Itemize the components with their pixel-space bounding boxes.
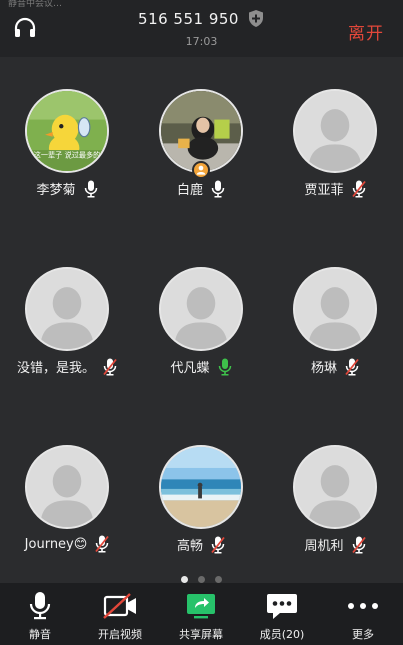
speaking-microphone-icon (218, 358, 232, 376)
avatar-caption: 我这一辈子 说过最多的话 (27, 151, 107, 160)
members-label: 成员(20) (259, 628, 305, 641)
page-dot-2[interactable] (198, 576, 205, 583)
participant-name: 白鹿 (176, 183, 203, 198)
meeting-id: 516 551 950 (0, 9, 403, 28)
meeting-number: 516 551 950 (138, 9, 239, 28)
muted-microphone-icon (351, 180, 366, 198)
participant-name-row: 贾亚菲 (268, 179, 402, 198)
default-avatar-icon (293, 445, 377, 529)
default-avatar-icon (25, 267, 109, 351)
participant-name: 周机利 (304, 539, 344, 554)
participant-name-row: 李梦菊 (0, 179, 134, 198)
muted-microphone-icon (345, 358, 359, 376)
participant-name-row: 周机利 (268, 535, 402, 554)
more-label: 更多 (352, 628, 374, 641)
participant-avatar (159, 445, 243, 529)
participant-name-row: Journey😊 (0, 535, 134, 553)
start-video-button[interactable]: 开启视频 (80, 583, 160, 645)
bottom-toolbar: 静音 开启视频 共享屏幕 成员(20) 更多 (0, 583, 403, 645)
default-avatar-icon (293, 89, 377, 173)
participant-avatar: 我这一辈子 说过最多的话 (25, 89, 109, 173)
status-text: 静音中会议… (8, 0, 63, 9)
participant-name-row: 高畅 (134, 535, 268, 554)
leave-button[interactable]: 离开 (348, 19, 384, 44)
top-bar: 静音中会议… 516 551 950 17:03 离开 (0, 0, 403, 57)
participant-name-row: 没错，是我。 (0, 357, 134, 376)
default-avatar-icon (293, 267, 377, 351)
default-avatar-icon (25, 445, 109, 529)
participant-tile[interactable]: 杨琳 (268, 235, 402, 405)
muted-microphone-icon (103, 358, 117, 376)
more-dots-icon (345, 591, 381, 621)
meeting-time: 17:03 (185, 35, 218, 48)
participant-tile[interactable]: 贾亚菲 (268, 57, 402, 227)
default-avatar-icon (159, 267, 243, 351)
participant-tile[interactable]: 白鹿 (134, 57, 268, 227)
muted-microphone-icon (95, 535, 110, 553)
share-screen-button[interactable]: 共享屏幕 (161, 583, 241, 645)
chat-members-icon (264, 591, 300, 621)
participant-name: 高畅 (176, 539, 203, 554)
microphone-icon (211, 180, 225, 198)
participant-tile[interactable]: 周机利 (268, 413, 402, 583)
participant-grid: 我这一辈子 说过最多的话 李梦菊 白鹿 贾亚菲 没错，是我。 代凡蝶 杨琳 Jo… (0, 57, 403, 583)
share-screen-icon (183, 591, 219, 621)
participant-tile[interactable]: Journey😊 (0, 413, 134, 583)
participant-name: 没错，是我。 (16, 361, 95, 376)
participant-name-row: 杨琳 (268, 357, 402, 376)
participant-name: Journey😊 (24, 536, 88, 552)
mute-label: 静音 (29, 628, 51, 641)
participant-name: 贾亚菲 (304, 183, 344, 198)
participant-tile[interactable]: 代凡蝶 (134, 235, 268, 405)
shield-plus-icon[interactable] (247, 9, 265, 28)
participant-tile[interactable]: 我这一辈子 说过最多的话 李梦菊 (0, 57, 134, 227)
members-button[interactable]: 成员(20) (242, 583, 322, 645)
video-off-icon (102, 591, 138, 621)
participant-name: 代凡蝶 (170, 361, 210, 376)
share-label: 共享屏幕 (179, 628, 223, 641)
participant-tile[interactable]: 没错，是我。 (0, 235, 134, 405)
muted-microphone-icon (351, 536, 366, 554)
video-label: 开启视频 (98, 628, 142, 641)
page-dot-3[interactable] (215, 576, 222, 583)
host-badge-icon (192, 161, 210, 179)
participant-name: 李梦菊 (36, 183, 76, 198)
page-dot-1[interactable] (181, 576, 188, 583)
participant-tile[interactable]: 高畅 (134, 413, 268, 583)
microphone-icon (22, 591, 58, 621)
more-button[interactable]: 更多 (323, 583, 403, 645)
participant-name-row: 代凡蝶 (134, 357, 268, 376)
microphone-icon (84, 180, 98, 198)
muted-microphone-icon (211, 536, 225, 554)
participant-name: 杨琳 (310, 361, 337, 376)
participant-name-row: 白鹿 (134, 179, 268, 198)
mute-button[interactable]: 静音 (0, 583, 80, 645)
